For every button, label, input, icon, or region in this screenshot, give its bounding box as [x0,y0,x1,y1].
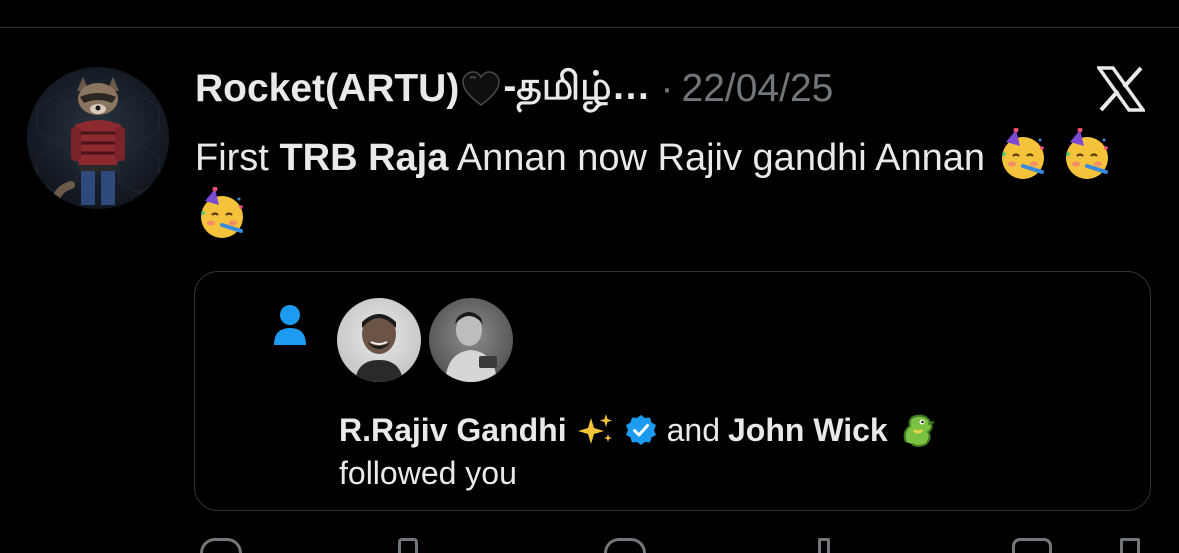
tweet-action-bar [0,535,1179,547]
sparkles-icon [577,412,615,448]
reply-icon[interactable] [200,538,242,553]
connector-word: and [666,411,720,448]
tweet-header: Rocket(ARTU) -தமிழ்… · 22/04/25 [195,64,833,114]
like-icon[interactable] [604,538,646,553]
followed-you-text: followed you [339,455,517,491]
partying-face-emoji [996,127,1050,182]
x-logo-icon [1095,66,1147,112]
repost-icon[interactable] [398,538,418,553]
header-separator: · [660,67,674,110]
follow-notification-line: R.Rajiv Gandhi and John Wick [339,409,938,451]
black-heart-icon [461,71,501,107]
follower-avatar-1[interactable] [337,298,421,382]
dragon-icon [898,410,938,450]
profile-avatar[interactable] [27,67,169,209]
tweet-text-rest: Annan now Rajiv gandhi Annan [448,137,985,179]
follower-avatar-2[interactable] [429,298,513,382]
views-icon[interactable] [818,538,830,553]
share-icon[interactable] [1120,538,1140,553]
quoted-notification-card[interactable]: R.Rajiv Gandhi and John Wick followed yo… [194,271,1151,511]
follower-name-1[interactable]: R.Rajiv Gandhi [339,412,567,449]
display-name[interactable]: Rocket(ARTU) [195,67,459,111]
person-icon [273,304,307,346]
display-name-suffix[interactable]: -தமிழ்… [503,65,650,114]
follower-name-2[interactable]: John Wick [728,412,888,449]
bookmark-icon[interactable] [1012,538,1052,553]
verified-badge-icon [625,414,657,446]
partying-face-emoji [195,186,249,241]
tweet-text-bold: TRB Raja [279,137,449,179]
tweet-text: First TRB Raja Annan now Rajiv gandhi An… [195,127,1125,246]
raccoon-avatar-image [36,77,160,207]
top-divider [0,27,1179,28]
tweet-date[interactable]: 22/04/25 [682,67,834,111]
partying-face-emoji [1060,127,1114,182]
tweet-text-prefix: First [195,137,280,179]
